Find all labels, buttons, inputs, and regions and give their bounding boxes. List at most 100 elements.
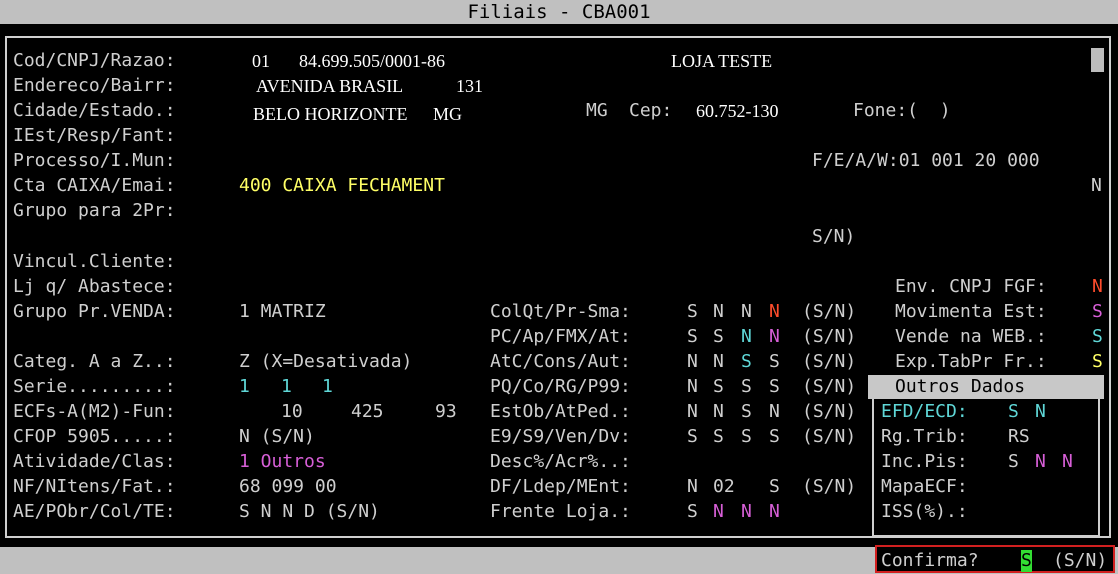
val-pcap-2[interactable]: S	[713, 326, 724, 348]
val-atc-4[interactable]: S	[769, 351, 780, 373]
label-pq: PQ/Co/RG/P99:	[490, 376, 631, 397]
sn-pcap: (S/N)	[802, 326, 857, 347]
field-ecfs-2[interactable]: 425	[351, 401, 384, 423]
val-colqt-4[interactable]: N	[769, 301, 780, 323]
confirm-label: Confirma?	[881, 550, 979, 571]
val-efd-2[interactable]: N	[1035, 401, 1046, 423]
label-cfop: CFOP 5905.....:	[13, 426, 176, 447]
label-cidade: Cidade/Estado.:	[13, 100, 176, 121]
val-pcap-1[interactable]: S	[687, 326, 698, 348]
val-vende-web[interactable]: S	[1092, 326, 1103, 348]
val-estob-2[interactable]: N	[713, 401, 724, 423]
val-env-cnpj[interactable]: N	[1092, 276, 1103, 298]
sn-hint: S/N)	[812, 226, 856, 247]
field-razao[interactable]: LOJA TESTE	[671, 50, 772, 72]
label-df: DF/Ldep/MEnt:	[490, 476, 631, 497]
val-pq-2[interactable]: S	[713, 376, 724, 398]
field-cod[interactable]: 01	[252, 50, 270, 72]
val-efd-1[interactable]: S	[1008, 401, 1019, 423]
val-df-4[interactable]: S	[769, 476, 780, 498]
label-processo: Processo/I.Mun:	[13, 150, 176, 171]
scrollbar-thumb[interactable]	[1091, 48, 1104, 72]
label-nf: NF/NItens/Fat.:	[13, 476, 176, 497]
sn-df: (S/N)	[802, 476, 857, 497]
val-df-1[interactable]: N	[687, 476, 698, 498]
field-numero[interactable]: 131	[456, 75, 483, 97]
val-atc-3[interactable]: S	[741, 351, 752, 373]
field-grupovenda[interactable]: 1 MATRIZ	[239, 301, 326, 323]
val-incpis-2[interactable]: N	[1035, 451, 1046, 473]
field-serie-2[interactable]: 1	[281, 376, 292, 398]
val-e9-2[interactable]: S	[713, 426, 724, 448]
field-serie-1[interactable]: 1	[239, 376, 250, 398]
val-estob-3[interactable]: S	[741, 401, 752, 423]
val-frente-3[interactable]: N	[741, 501, 752, 523]
val-atc-2[interactable]: N	[713, 351, 724, 373]
field-fea[interactable]: F/E/A/W:01 001 20 000	[812, 150, 1040, 172]
field-atividade[interactable]: 1 Outros	[239, 451, 326, 473]
field-endereco[interactable]: AVENIDA BRASIL	[256, 75, 403, 97]
field-cidade[interactable]: BELO HORIZONTE	[253, 103, 407, 125]
field-cfop[interactable]: N (S/N)	[239, 426, 315, 448]
val-estob-1[interactable]: N	[687, 401, 698, 423]
field-nf[interactable]: 68 099 00	[239, 476, 337, 498]
confirm-options: (S/N)	[1053, 550, 1108, 571]
val-frente-2[interactable]: N	[713, 501, 724, 523]
label-cod: Cod/CNPJ/Razao:	[13, 50, 176, 71]
outros-dados-title: Outros Dados	[895, 376, 1026, 397]
label-atc: AtC/Cons/Aut:	[490, 351, 631, 372]
label-desc: Desc%/Acr%..:	[490, 451, 631, 472]
label-iest: IEst/Resp/Fant:	[13, 125, 176, 146]
label-rgtrib: Rg.Trib:	[881, 426, 968, 447]
val-e9-3[interactable]: S	[741, 426, 752, 448]
val-pq-1[interactable]: N	[687, 376, 698, 398]
val-atc-1[interactable]: N	[687, 351, 698, 373]
val-colqt-2[interactable]: N	[713, 301, 724, 323]
field-ecfs-1[interactable]: 10	[281, 401, 303, 423]
val-exp-tabpr[interactable]: S	[1092, 351, 1103, 373]
field-ecfs-3[interactable]: 93	[435, 401, 457, 423]
window-title: Filiais - CBA001	[467, 1, 651, 23]
field-fone[interactable]: Fone:( )	[853, 100, 951, 122]
val-incpis-1[interactable]: S	[1008, 451, 1019, 473]
field-cta[interactable]: 400 CAIXA FECHAMENT	[239, 175, 445, 197]
field-cep[interactable]: 60.752-130	[696, 100, 779, 122]
val-e9-1[interactable]: S	[687, 426, 698, 448]
val-df-2[interactable]: 02	[713, 476, 735, 498]
title-bar: Filiais - CBA001	[0, 0, 1118, 24]
field-ae[interactable]: S N N D (S/N)	[239, 501, 380, 523]
val-pq-4[interactable]: S	[769, 376, 780, 398]
label-ecfs: ECFs-A(M2)-Fun:	[13, 401, 176, 422]
confirm-prompt: Confirma? S (S/N)	[875, 545, 1115, 573]
val-pcap-3[interactable]: N	[741, 326, 752, 348]
field-cnpj[interactable]: 84.699.505/0001-86	[299, 50, 445, 72]
label-grupo2: Grupo para 2Pr:	[13, 200, 176, 221]
label-estob: EstOb/AtPed.:	[490, 401, 631, 422]
val-pq-3[interactable]: S	[741, 376, 752, 398]
val-estob-4[interactable]: N	[769, 401, 780, 423]
val-frente-1[interactable]: S	[687, 501, 698, 523]
label-ljq: Lj q/ Abastece:	[13, 276, 176, 297]
field-estado[interactable]: MG	[433, 103, 462, 125]
field-categ[interactable]: Z (X=Desativada)	[239, 351, 412, 373]
val-e9-4[interactable]: S	[769, 426, 780, 448]
field-email-flag[interactable]: N	[1091, 175, 1102, 197]
outros-dados-header: Outros Dados	[868, 375, 1104, 399]
val-rgtrib[interactable]: RS	[1008, 426, 1030, 448]
confirm-input[interactable]: S	[1021, 550, 1032, 572]
field-serie-3[interactable]: 1	[322, 376, 333, 398]
label-frente: Frente Loja.:	[490, 501, 631, 522]
label-grupovenda: Grupo Pr.VENDA:	[13, 301, 176, 322]
val-incpis-3[interactable]: N	[1062, 451, 1073, 473]
val-frente-4[interactable]: N	[769, 501, 780, 523]
label-endereco: Endereco/Bairr:	[13, 75, 176, 96]
field-uf2: MG	[586, 100, 608, 121]
label-cta: Cta CAIXA/Emai:	[13, 175, 176, 196]
val-pcap-4[interactable]: N	[769, 326, 780, 348]
val-colqt-3[interactable]: N	[741, 301, 752, 323]
val-movimenta[interactable]: S	[1092, 301, 1103, 323]
val-colqt-1[interactable]: S	[687, 301, 698, 323]
label-efd: EFD/ECD:	[881, 401, 968, 422]
label-mapaecf: MapaECF:	[881, 476, 968, 497]
label-exp-tabpr: Exp.TabPr Fr.:	[895, 351, 1047, 372]
